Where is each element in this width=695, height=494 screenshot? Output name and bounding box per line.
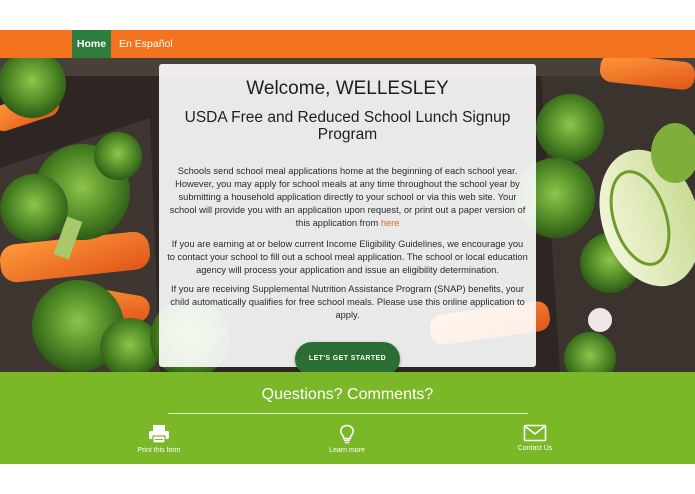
get-started-button[interactable]: LET'S GET STARTED — [295, 342, 400, 376]
printer-icon — [149, 425, 169, 444]
snap-paragraph: If you are receiving Supplemental Nutrit… — [170, 284, 525, 320]
envelope-icon — [523, 424, 547, 442]
top-nav: Home En Español — [0, 30, 695, 58]
intro-paragraph: Schools send school meal applications ho… — [167, 165, 528, 230]
program-title: USDA Free and Reduced School Lunch Signu… — [184, 109, 511, 143]
page: Home En Español Welcome, WELLESLEY USDA … — [0, 0, 695, 494]
welcome-card: Welcome, WELLESLEY USDA Free and Reduced… — [159, 64, 536, 367]
eligibility-paragraph: If you are earning at or below current I… — [167, 239, 528, 275]
footer-divider — [168, 413, 528, 414]
nav-spanish-link[interactable]: En Español — [119, 30, 173, 58]
page-title: Welcome, WELLESLEY — [246, 78, 449, 99]
print-form-link[interactable]: Print this form — [114, 424, 204, 454]
nav-home-link[interactable]: Home — [72, 30, 111, 58]
contact-us-link[interactable]: Contact Us — [490, 424, 580, 452]
contact-us-label: Contact Us — [517, 445, 553, 452]
learn-more-link[interactable]: Learn more — [302, 424, 392, 454]
paper-application-link[interactable]: here — [381, 218, 400, 228]
learn-more-label: Learn more — [329, 447, 365, 454]
lightbulb-icon — [339, 424, 355, 444]
intro-text: Schools send school meal applications ho… — [169, 166, 526, 228]
print-form-label: Print this form — [137, 447, 181, 454]
footer-title: Questions? Comments? — [261, 386, 434, 403]
footer: Questions? Comments? Print this form Lea… — [0, 372, 695, 464]
